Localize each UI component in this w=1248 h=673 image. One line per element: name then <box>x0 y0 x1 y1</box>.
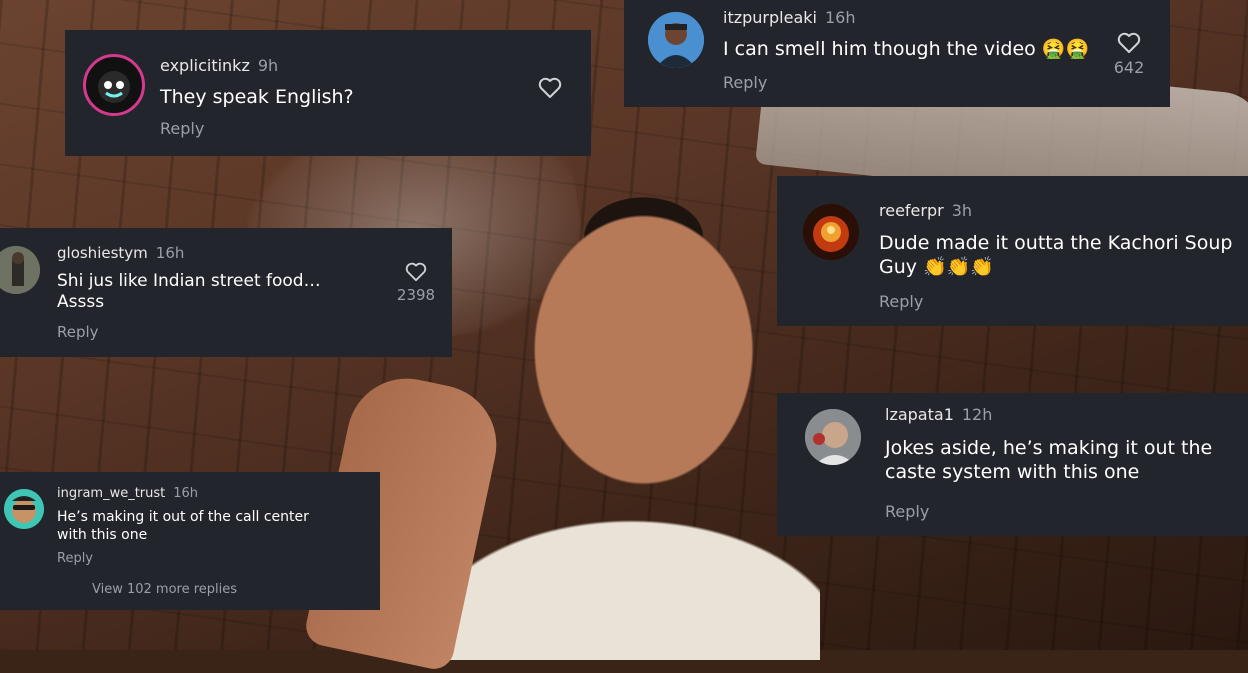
comment-card-gloshiestym: gloshiestym 16h Shi jus like Indian stree… <box>0 228 452 357</box>
username-text[interactable]: itzpurpleaki <box>723 8 817 27</box>
comment-time: 16h <box>173 486 199 501</box>
comment-text: I can smell him though the video 🤮🤮 <box>723 38 1090 60</box>
like-button[interactable]: 2398 <box>396 262 436 304</box>
avatar[interactable] <box>805 409 861 465</box>
heart-icon <box>405 262 427 282</box>
comment-username: gloshiestym 16h <box>57 244 184 262</box>
heart-icon <box>1117 32 1141 53</box>
reply-button[interactable]: Reply <box>879 292 923 311</box>
username-text[interactable]: gloshiestym <box>57 244 148 262</box>
avatar[interactable] <box>83 54 145 116</box>
avatar[interactable] <box>648 12 704 68</box>
avatar[interactable] <box>0 246 40 294</box>
username-text[interactable]: ingram_we_trust <box>57 486 165 501</box>
comment-text: They speak English? <box>160 86 354 108</box>
comment-card-reeferpr: reeferpr 3h Dude made it outta the Kachor… <box>777 176 1248 326</box>
comment-time: 16h <box>824 8 856 27</box>
comment-card-ingram-we-trust: ingram_we_trust 16h He’s making it out of… <box>0 472 380 610</box>
username-text[interactable]: lzapata1 <box>885 405 954 424</box>
reply-button[interactable]: Reply <box>57 551 93 566</box>
like-button[interactable] <box>538 77 562 99</box>
comment-text: Jokes aside, he’s making it out the cast… <box>885 437 1213 483</box>
username-text[interactable]: explicitinkz <box>160 56 250 75</box>
reply-button[interactable]: Reply <box>885 502 929 521</box>
comment-username: reeferpr 3h <box>879 201 972 220</box>
comment-time: 16h <box>155 244 185 262</box>
comment-username: ingram_we_trust 16h <box>57 486 198 501</box>
reply-button[interactable]: Reply <box>723 73 767 92</box>
comment-username: lzapata1 12h <box>885 405 992 424</box>
comment-time: 9h <box>257 56 279 75</box>
comment-text: He’s making it out of the call center wi… <box>57 509 309 543</box>
comment-card-lzapata1: lzapata1 12h Jokes aside, he’s making it … <box>777 393 1248 536</box>
comment-text: Shi jus like Indian street food… Assss <box>57 271 321 313</box>
view-more-replies-button[interactable]: View 102 more replies <box>92 582 237 597</box>
like-count: 642 <box>1113 58 1145 77</box>
comment-username: explicitinkz 9h <box>160 56 278 75</box>
reply-button[interactable]: Reply <box>57 323 99 341</box>
comment-card-itzpurpleaki: itzpurpleaki 16h I can smell him though t… <box>624 0 1170 107</box>
avatar[interactable] <box>4 489 44 529</box>
comment-time: 12h <box>961 405 993 424</box>
comment-username: itzpurpleaki 16h <box>723 8 855 27</box>
like-button[interactable]: 642 <box>1114 32 1144 77</box>
like-count: 2398 <box>396 286 436 304</box>
comment-text: Dude made it outta the Kachori Soup Guy … <box>879 232 1233 278</box>
heart-icon <box>538 77 562 98</box>
avatar[interactable] <box>803 204 859 260</box>
comment-time: 3h <box>951 201 973 220</box>
comment-card-explicitinkz: explicitinkz 9h They speak English? Reply <box>65 30 591 156</box>
username-text[interactable]: reeferpr <box>879 201 944 220</box>
reply-button[interactable]: Reply <box>160 119 204 138</box>
